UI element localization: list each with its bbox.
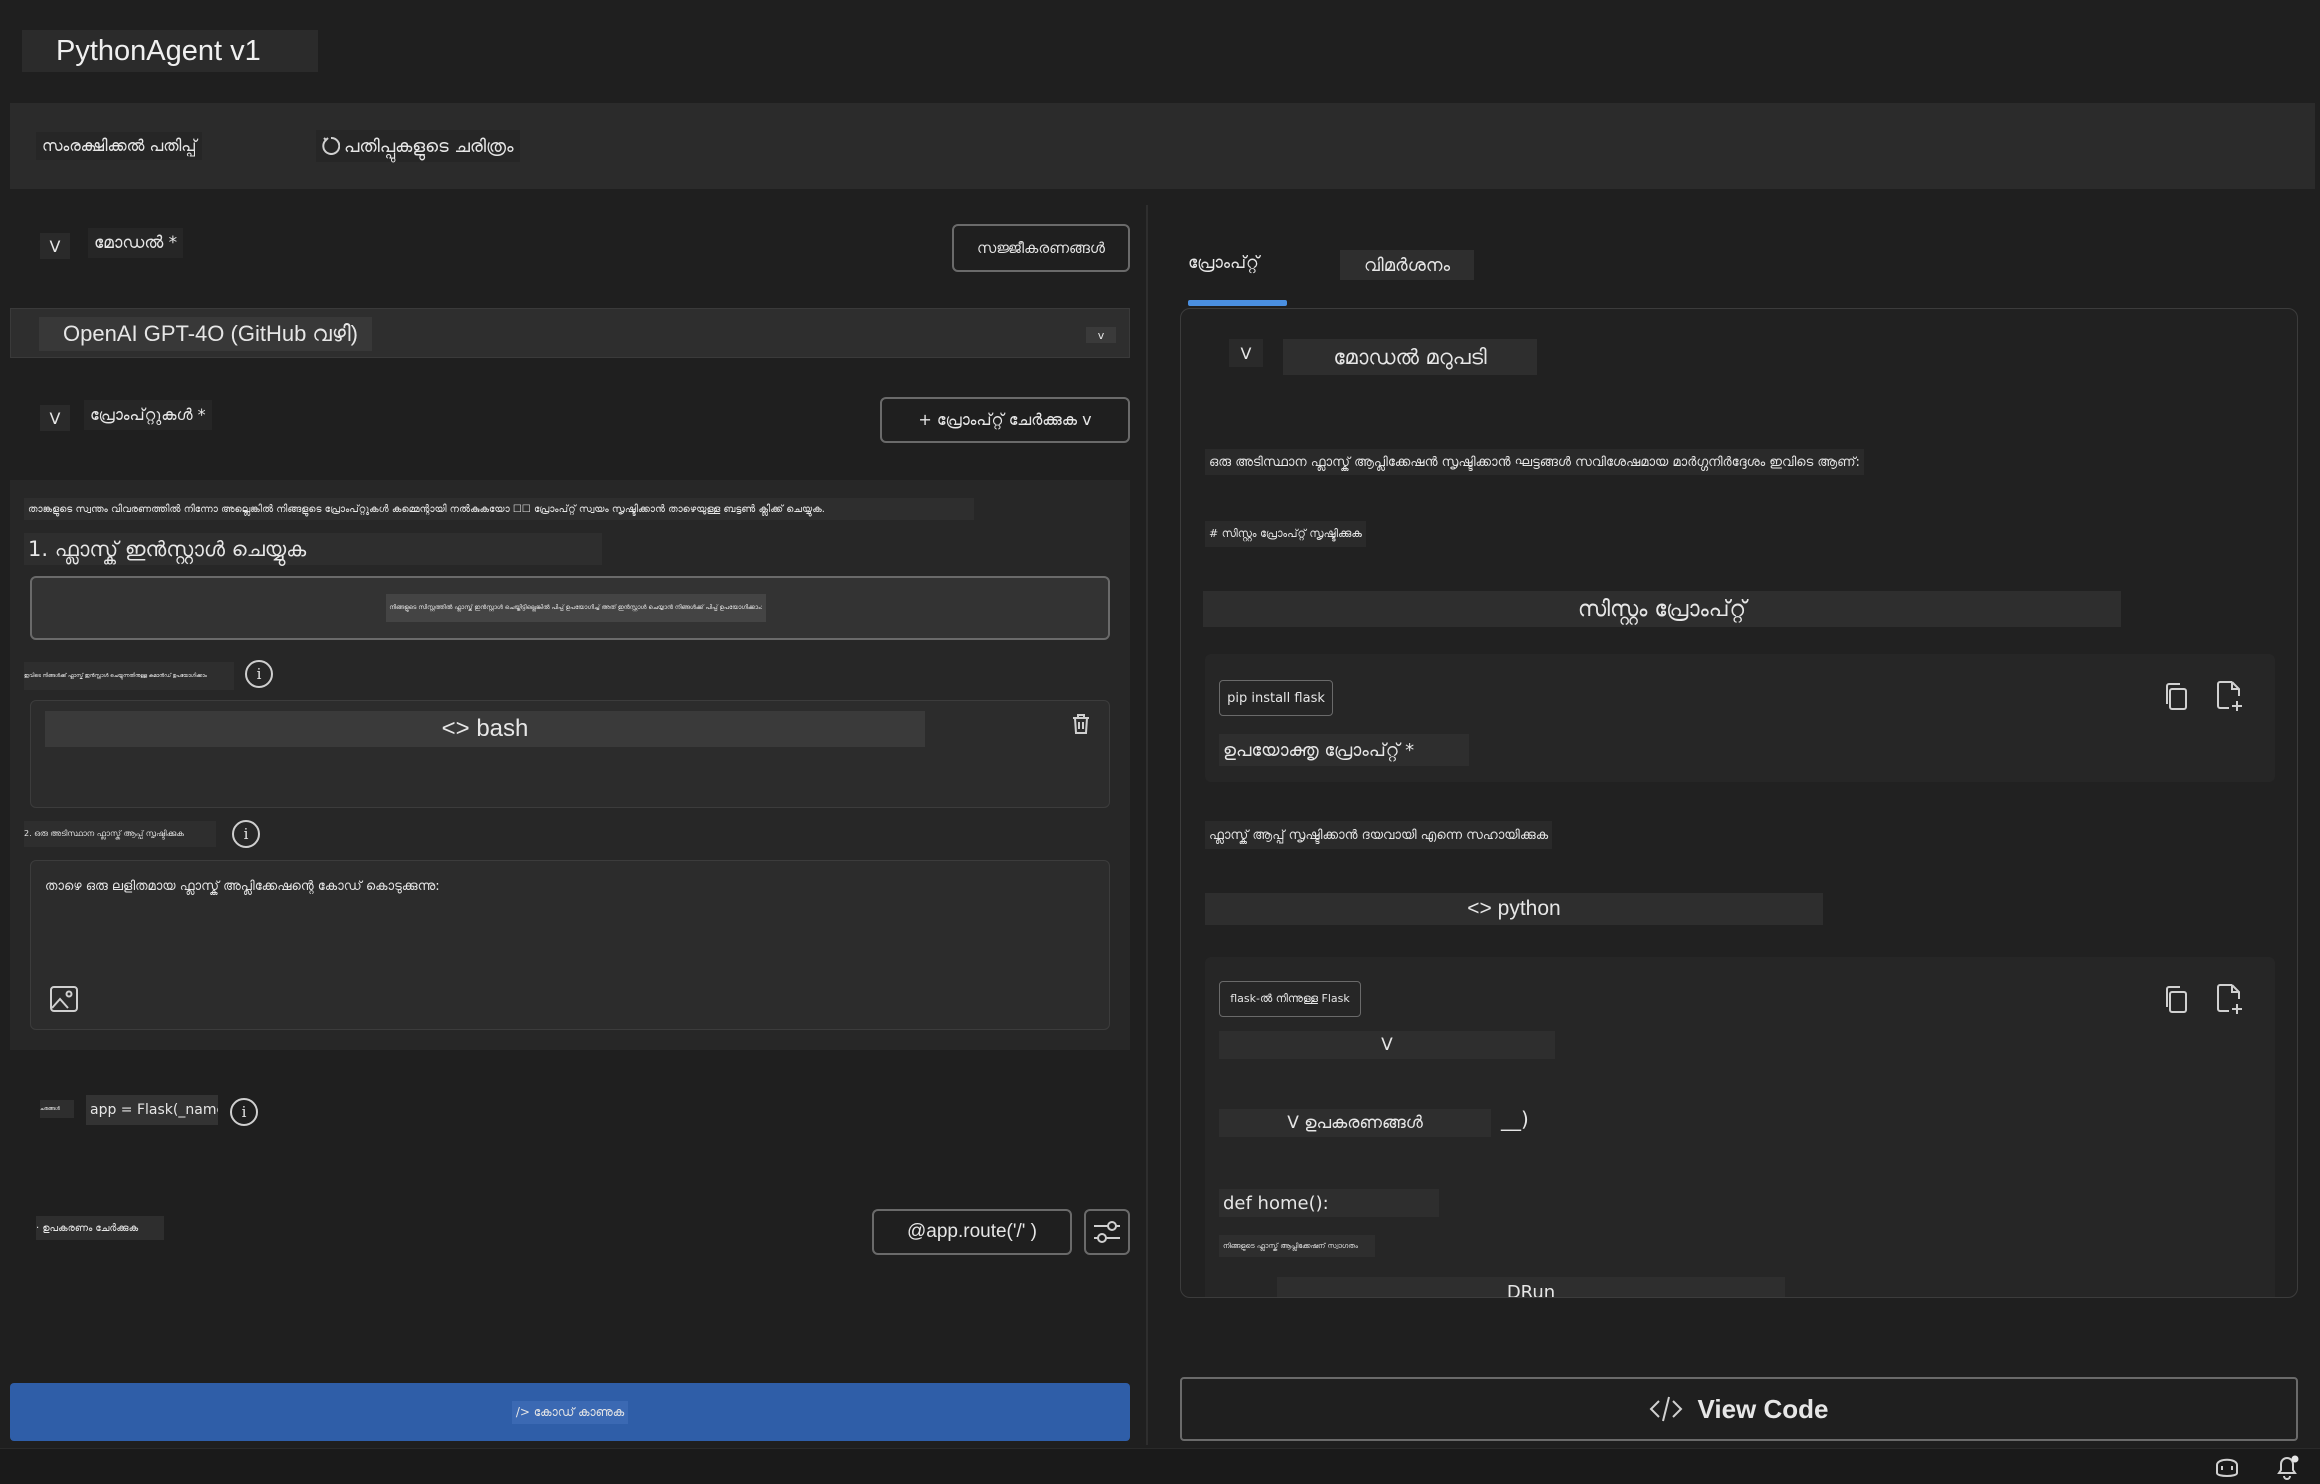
- code2-tag: flask-ൽ നിന്നുള്ള Flask: [1219, 981, 1361, 1017]
- comment-line: # സിസ്റ്റം പ്രോംപ്റ്റ് സൃഷ്ടിക്കുക: [1205, 521, 1366, 547]
- add-prompt-button[interactable]: + പ്രോംപ്റ്റ് ചേർക്കുക v: [880, 397, 1130, 443]
- info-icon[interactable]: i: [232, 820, 260, 848]
- model-select-value: OpenAI GPT-4O (GitHub വഴി): [39, 317, 372, 351]
- python-label: <> python: [1205, 893, 1823, 925]
- model-label: മോഡൽ *: [88, 228, 184, 258]
- response-collapse-toggle[interactable]: V: [1229, 339, 1263, 367]
- view-code-button[interactable]: View Code: [1180, 1377, 2298, 1441]
- variable-tag: ചരങ്ങൾ: [40, 1100, 74, 1118]
- code2-def: def home():: [1219, 1189, 1439, 1217]
- copy-icon[interactable]: [2163, 985, 2189, 1015]
- settings-button-label: സജ്ജീകരണങ്ങൾ: [977, 239, 1105, 257]
- code2-run: DRun: [1277, 1277, 1785, 1297]
- prompts-label: പ്രോംപ്റ്റുകൾ *: [84, 400, 212, 430]
- sliders-icon: [1094, 1221, 1120, 1243]
- version-history-label: പതിപ്പുകളുടെ ചരിത്രം: [344, 135, 514, 157]
- code-block-1: pip install flask ഉപയോക്തൃ പ്രോംപ്റ്റ് *: [1205, 654, 2275, 782]
- variable-value[interactable]: app = Flask(_name_: [86, 1095, 218, 1125]
- model-collapse-toggle[interactable]: V: [40, 233, 70, 259]
- app-title: PythonAgent v1: [22, 30, 318, 72]
- tab-prompt[interactable]: പ്രോംപ്റ്റ്: [1188, 248, 1286, 278]
- save-version-label: സംരക്ഷിക്കൽ പതിപ്പ്: [42, 136, 197, 155]
- step2-textarea[interactable]: താഴെ ഒരു ലളിതമായ ഫ്ലാസ്ക് അപ്ലിക്കേഷന്റെ…: [30, 860, 1110, 1030]
- step1-sub-label: ഇവിടെ നിങ്ങൾക്ക് ഫ്ലാസ്ക് ഇൻസ്റ്റാൾ ചെയ്…: [24, 662, 234, 690]
- tab-critique[interactable]: വിമർശനം: [1340, 250, 1474, 280]
- user-prompt-label: ഉപയോക്തൃ പ്രോംപ്റ്റ് *: [1219, 734, 1469, 766]
- info-icon[interactable]: i: [230, 1098, 258, 1126]
- bash-code-block[interactable]: <> bash: [30, 700, 1110, 808]
- route-button-label: @app.route('/' ): [906, 1221, 1038, 1242]
- panel-divider: [1146, 205, 1148, 1445]
- code2-return: നിങ്ങളുടെ ഫ്ലാസ്ക് ആപ്ലിക്കേഷന് സ്വാഗതം: [1219, 1235, 1375, 1257]
- step1-textbox-text: നിങ്ങളുടെ സിസ്റ്റത്തിൽ ഫ്ലാസ്ക് ഇൻസ്റ്റാ…: [386, 594, 766, 622]
- view-code-primary-label: /> കോഡ് കാണുക: [511, 1400, 629, 1424]
- new-file-icon[interactable]: [2215, 983, 2245, 1015]
- settings-button[interactable]: സജ്ജീകരണങ്ങൾ: [952, 224, 1130, 272]
- new-file-icon[interactable]: [2215, 680, 2245, 712]
- prompt-hint: താങ്കളുടെ സ്വന്തം വിവരണത്തിൽ നിന്നോ അല്ല…: [24, 498, 974, 520]
- step2-text: താഴെ ഒരു ലളിതമായ ഫ്ലാസ്ക് അപ്ലിക്കേഷന്റെ…: [45, 879, 440, 894]
- response-intro: ഒരു അടിസ്ഥാന ഫ്ലാസ്ക് ആപ്ലിക്കേഷൻ സൃഷ്ടി…: [1205, 449, 1864, 475]
- user-prompt-text: ഫ്ലാസ്ക് ആപ്പ് സൃഷ്ടിക്കാൻ ദയവായി എന്നെ …: [1205, 821, 1553, 849]
- history-icon: [322, 137, 340, 155]
- trash-icon[interactable]: [1071, 713, 1091, 735]
- model-select[interactable]: OpenAI GPT-4O (GitHub വഴി) v: [10, 308, 1130, 358]
- info-icon[interactable]: i: [245, 660, 273, 688]
- view-code-primary-button[interactable]: /> കോഡ് കാണുക: [10, 1383, 1130, 1441]
- image-icon[interactable]: [49, 985, 79, 1013]
- step1-textbox[interactable]: നിങ്ങളുടെ സിസ്റ്റത്തിൽ ഫ്ലാസ്ക് ഇൻസ്റ്റാ…: [30, 576, 1110, 640]
- prompts-collapse-toggle[interactable]: V: [40, 405, 70, 431]
- copy-icon[interactable]: [2163, 682, 2189, 712]
- copilot-icon[interactable]: [2212, 1455, 2242, 1479]
- save-version-button[interactable]: സംരക്ഷിക്കൽ പതിപ്പ്: [36, 132, 203, 160]
- status-bar: [0, 1448, 2320, 1484]
- bell-icon[interactable]: [2274, 1454, 2300, 1480]
- add-tool-button[interactable]: · ഉപകരണം ചേർക്കുക: [36, 1216, 164, 1240]
- bash-label: <> bash: [45, 711, 925, 747]
- step1-heading: 1. ഫ്ലാസ്ക് ഇൻസ്റ്റാൾ ചെയ്യുക: [24, 533, 602, 565]
- response-card: V മോഡൽ മറുപടി ഒരു അടിസ്ഥാന ഫ്ലാസ്ക് ആപ്ല…: [1180, 308, 2298, 1298]
- code2-line1: V: [1219, 1031, 1555, 1059]
- app-title-text: PythonAgent v1: [56, 34, 261, 67]
- code-block-2: flask-ൽ നിന്നുള്ള Flask V V ഉപകരണങ്ങൾ __…: [1205, 957, 2275, 1297]
- sliders-button[interactable]: [1084, 1209, 1130, 1255]
- code-icon: [1650, 1396, 1683, 1422]
- code2-paren: __): [1501, 1107, 1529, 1131]
- view-code-label: View Code: [1697, 1393, 1829, 1424]
- code1-tag: pip install flask: [1219, 680, 1333, 716]
- chevron-down-icon: v: [1086, 327, 1116, 343]
- tab-prompt-underline: [1188, 300, 1287, 306]
- step2-label: 2. ഒരു അടിസ്ഥാന ഫ്ലാസ്ക് ആപ്പ് സൃഷ്ടിക്ക…: [24, 821, 216, 847]
- system-prompt-heading: സിസ്റ്റം പ്രോംപ്റ്റ്: [1203, 591, 2121, 627]
- version-history-button[interactable]: പതിപ്പുകളുടെ ചരിത്രം: [316, 130, 520, 162]
- response-title: മോഡൽ മറുപടി: [1283, 339, 1537, 375]
- route-button[interactable]: @app.route('/' ): [872, 1209, 1072, 1255]
- add-prompt-label: + പ്രോംപ്റ്റ് ചേർക്കുക v: [918, 410, 1092, 429]
- code2-line2: V ഉപകരണങ്ങൾ: [1219, 1109, 1491, 1137]
